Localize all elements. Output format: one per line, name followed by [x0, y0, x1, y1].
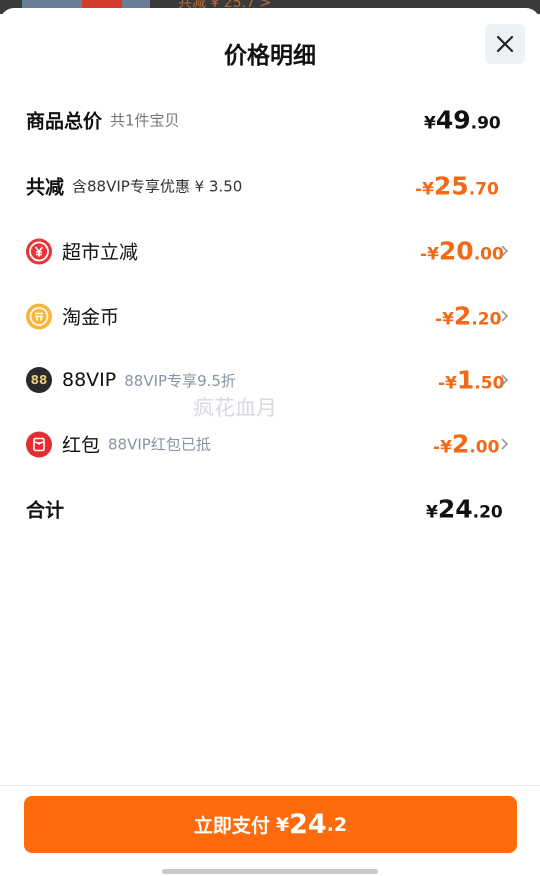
- amount-decimal: .70: [468, 179, 499, 200]
- home-indicator[interactable]: [162, 869, 378, 874]
- chevron-right-icon: [501, 438, 509, 450]
- pay-amount-integer: 24: [289, 809, 327, 840]
- amount-decimal: .20: [471, 309, 502, 330]
- currency-symbol: ¥: [440, 437, 452, 458]
- 88vip-amount: - ¥1.50: [438, 366, 504, 395]
- 88vip-discount-note: 88VIP专享9.5折: [124, 371, 236, 390]
- amount-integer: 1: [456, 365, 475, 395]
- pay-now-button[interactable]: 立即支付 ¥24.2: [24, 796, 517, 853]
- row-item-total-label-group: 商品总价 共1件宝贝: [26, 107, 180, 134]
- row-total-discount: 共减 含88VIP专享优惠 ¥ 3.50 - ¥25.70: [0, 166, 540, 206]
- currency-symbol: ¥: [442, 309, 454, 330]
- amount-integer: 25: [433, 171, 469, 201]
- pay-amount-decimal: .2: [326, 813, 348, 836]
- pay-now-label: 立即支付: [193, 815, 270, 837]
- supermarket-discount-label: 超市立减: [62, 241, 139, 264]
- price-detail-sheet: 价格明细 商品总价 共1件宝贝 ¥49.90 共减 含88VIP专享优惠 ¥ 3…: [0, 8, 540, 876]
- total-discount-label: 共减: [26, 176, 65, 199]
- red-packet-note: 88VIP红包已抵: [108, 435, 211, 454]
- footer-divider: [0, 785, 540, 786]
- row-item-total: 商品总价 共1件宝贝 ¥49.90: [0, 100, 540, 140]
- minus-sign: -: [438, 373, 446, 394]
- minus-sign: -: [420, 244, 428, 265]
- row-red-packet[interactable]: 红包 88VIP红包已抵 - ¥2.00: [0, 424, 540, 464]
- chevron-right-icon: [501, 374, 509, 386]
- red-packet-amount: - ¥2.00: [433, 430, 499, 459]
- minus-sign: -: [415, 179, 423, 200]
- red-packet-icon: [26, 431, 52, 457]
- amount-decimal: .90: [470, 113, 501, 134]
- currency-symbol: ¥: [424, 113, 436, 134]
- row-total-discount-label-group: 共减 含88VIP专享优惠 ¥ 3.50: [26, 173, 242, 200]
- row-88vip-label-group: 88 88VIP 88VIP专享9.5折: [26, 367, 236, 393]
- 88vip-label: 88VIP: [62, 369, 117, 391]
- sheet-title: 价格明细: [224, 43, 316, 69]
- amount-decimal: .20: [472, 502, 503, 523]
- vip-discount-note: 含88VIP专享优惠 ¥ 3.50: [72, 177, 243, 196]
- currency-symbol: ¥: [426, 502, 438, 523]
- row-grand-total-label-group: 合计: [26, 496, 64, 523]
- grand-total-amount: ¥24.20: [426, 495, 503, 524]
- vip-88-icon: 88: [26, 367, 52, 393]
- watermark-text: 疯花血月: [193, 396, 277, 420]
- minus-sign: -: [433, 437, 441, 458]
- chevron-right-icon: [501, 310, 509, 322]
- row-red-packet-label-group: 红包 88VIP红包已抵: [26, 431, 211, 458]
- minus-sign: -: [435, 309, 443, 330]
- amount-integer: 49: [435, 105, 471, 135]
- taojinbi-amount: - ¥2.20: [435, 302, 501, 331]
- red-packet-label: 红包: [62, 434, 101, 457]
- pay-currency-symbol: ¥: [275, 813, 290, 836]
- gold-coin-icon: [26, 303, 52, 329]
- row-supermarket-discount-label-group: 超市立减: [26, 238, 138, 265]
- amount-integer: 20: [438, 236, 474, 266]
- currency-symbol: ¥: [445, 373, 457, 394]
- amount-decimal: .00: [469, 437, 500, 458]
- currency-symbol: ¥: [422, 179, 434, 200]
- grand-total-label: 合计: [26, 499, 65, 522]
- item-count-text: 共1件宝贝: [110, 111, 180, 130]
- close-icon: [496, 35, 514, 53]
- taojinbi-label: 淘金币: [62, 306, 120, 329]
- amount-integer: 2: [451, 429, 470, 459]
- row-supermarket-discount[interactable]: 超市立减 - ¥20.00: [0, 231, 540, 271]
- item-total-label: 商品总价: [26, 110, 103, 133]
- row-taojinbi[interactable]: 淘金币 - ¥2.20: [0, 296, 540, 336]
- yuan-coin-icon: [26, 238, 52, 264]
- close-button[interactable]: [485, 24, 525, 64]
- amount-integer: 2: [453, 301, 472, 331]
- amount-integer: 24: [437, 494, 473, 524]
- row-taojinbi-label-group: 淘金币: [26, 303, 119, 330]
- row-grand-total: 合计 ¥24.20: [0, 489, 540, 529]
- total-discount-amount: - ¥25.70: [415, 172, 499, 201]
- currency-symbol: ¥: [427, 244, 439, 265]
- supermarket-discount-amount: - ¥20.00: [420, 237, 504, 266]
- chevron-right-icon: [501, 245, 509, 257]
- item-total-amount: ¥49.90: [424, 106, 501, 135]
